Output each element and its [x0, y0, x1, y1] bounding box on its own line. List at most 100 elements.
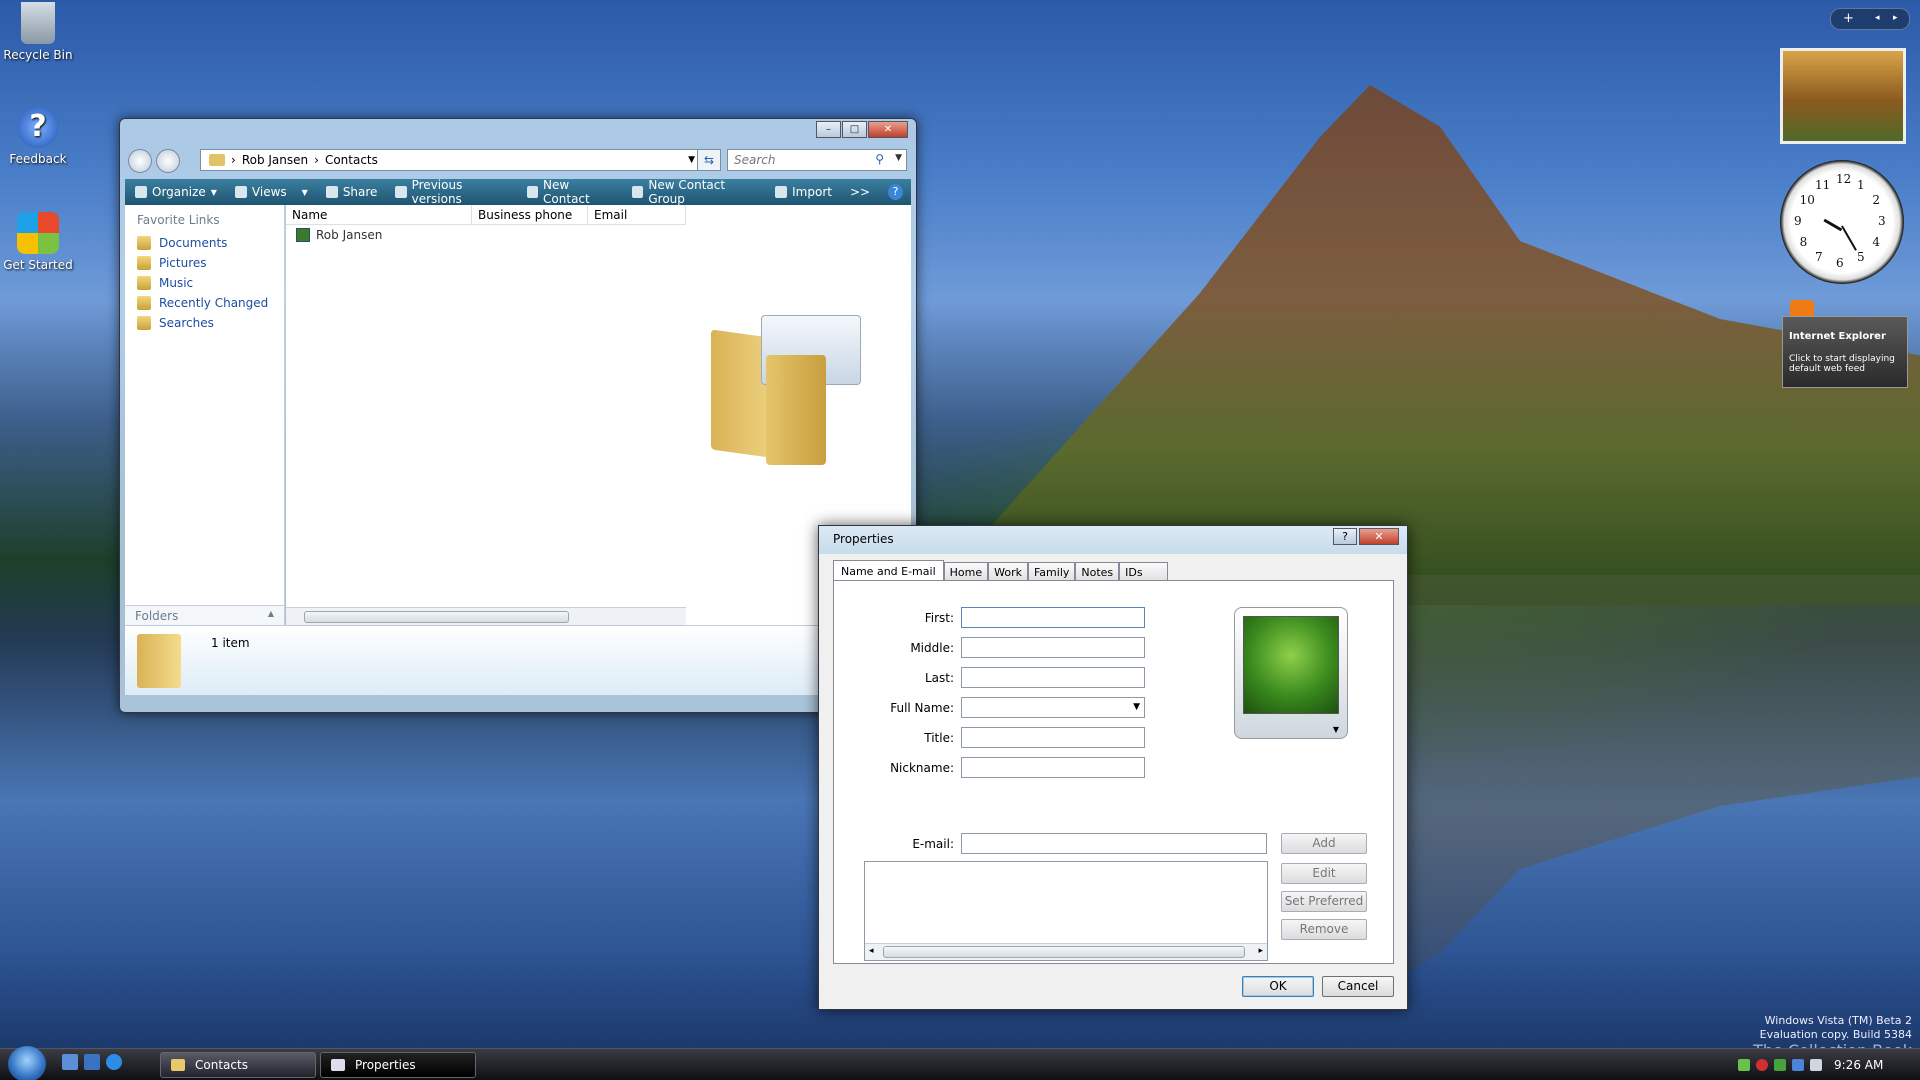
start-button[interactable] [8, 1046, 46, 1080]
new-contact-button[interactable]: New Contact [526, 178, 614, 206]
close-button[interactable]: ✕ [868, 121, 908, 138]
nickname-field[interactable] [961, 757, 1145, 778]
set-preferred-button[interactable]: Set Preferred [1281, 891, 1367, 912]
favorite-link-pictures[interactable]: Pictures [125, 253, 284, 273]
chevron-left-icon[interactable]: ◂ [1875, 13, 1880, 23]
show-desktop-icon[interactable] [62, 1054, 78, 1070]
full-name-select[interactable]: ▼ [961, 697, 1145, 718]
scrollbar-thumb[interactable] [883, 946, 1245, 958]
previous-versions-button[interactable]: Previous versions [395, 178, 508, 206]
details-pane: 1 item [125, 625, 911, 695]
chevron-up-icon: ▲ [267, 609, 274, 618]
volume-icon[interactable] [1810, 1059, 1822, 1071]
search-input[interactable]: Search ⚲ ▼ [727, 149, 907, 171]
dialog-close-button[interactable]: ✕ [1359, 528, 1399, 545]
taskbar-button-properties[interactable]: Properties [320, 1052, 476, 1078]
new-contact-group-label: New Contact Group [648, 178, 726, 206]
more-commands-button[interactable]: >> [850, 185, 870, 199]
forward-button[interactable] [156, 149, 180, 173]
import-label: Import [792, 185, 832, 199]
search-placeholder: Search [734, 153, 776, 167]
column-header-name[interactable]: Name [286, 205, 472, 224]
edit-email-button[interactable]: Edit [1281, 863, 1367, 884]
favorite-link-recently-changed[interactable]: Recently Changed [125, 293, 284, 313]
column-header-email[interactable]: Email [588, 205, 686, 224]
clock-numeral: 4 [1872, 235, 1880, 249]
desktop-icon-feedback[interactable]: ? Feedback [0, 106, 76, 166]
email-list[interactable]: ◂ ▸ [864, 861, 1268, 961]
favorite-link-music[interactable]: Music [125, 273, 284, 293]
clock-numeral: 10 [1799, 193, 1815, 207]
refresh-button[interactable]: ⇆ [697, 149, 721, 171]
clock-time[interactable]: 9:26 AM [1834, 1058, 1883, 1072]
chevron-down-icon[interactable]: ▼ [895, 153, 902, 163]
first-label: First: [924, 611, 954, 625]
folders-toggle[interactable]: Folders ▲ [125, 605, 284, 625]
horizontal-scrollbar[interactable]: ◂ ▸ [865, 943, 1267, 960]
title-field[interactable] [961, 727, 1145, 748]
clock-numeral: 3 [1878, 214, 1886, 228]
table-row[interactable]: Rob Jansen [286, 225, 686, 245]
new-contact-group-button[interactable]: New Contact Group [632, 178, 757, 206]
windows-defender-icon[interactable] [1774, 1059, 1786, 1071]
last-label: Last: [924, 671, 954, 685]
minimize-button[interactable]: – [816, 121, 841, 138]
breadcrumb-contacts[interactable]: Contacts [325, 153, 378, 167]
email-field[interactable] [961, 833, 1267, 854]
first-field[interactable] [961, 607, 1145, 628]
network-icon[interactable] [1738, 1059, 1750, 1071]
taskbar-button-contacts[interactable]: Contacts [160, 1052, 316, 1078]
views-button[interactable]: Views ▼ [234, 185, 308, 199]
favorite-link-label: Documents [159, 236, 228, 250]
chevron-right-icon[interactable]: ▸ [1258, 946, 1263, 956]
favorite-link-label: Music [159, 276, 194, 290]
pictures-icon [137, 256, 151, 270]
search-icon[interactable]: ⚲ [875, 152, 884, 166]
folders-label: Folders [135, 609, 179, 623]
organize-label: Organize [152, 185, 206, 199]
display-icon[interactable] [1792, 1059, 1804, 1071]
security-alert-icon[interactable] [1756, 1059, 1768, 1071]
favorite-link-documents[interactable]: Documents [125, 233, 284, 253]
switch-windows-icon[interactable] [84, 1054, 100, 1070]
address-bar[interactable]: › Rob Jansen › Contacts ▼ [200, 149, 700, 171]
help-button[interactable]: ? [888, 184, 903, 200]
import-button[interactable]: Import [775, 185, 832, 199]
share-button[interactable]: Share [325, 185, 377, 199]
maximize-button[interactable]: □ [842, 121, 867, 138]
slideshow-gadget[interactable] [1780, 48, 1906, 144]
organize-icon [135, 186, 147, 198]
chevron-right-icon[interactable]: ▸ [1893, 13, 1898, 23]
remove-email-button[interactable]: Remove [1281, 919, 1367, 940]
middle-field[interactable] [961, 637, 1145, 658]
contact-picture[interactable]: ▼ [1234, 607, 1348, 739]
back-button[interactable] [128, 149, 152, 173]
previous-versions-icon [395, 186, 407, 198]
documents-icon [137, 236, 151, 250]
properties-icon [331, 1059, 345, 1071]
command-bar: Organize ▼ Views ▼ Share Previous versions… [125, 178, 911, 206]
favorite-link-searches[interactable]: Searches [125, 313, 284, 333]
add-gadget-icon[interactable]: + [1843, 11, 1854, 26]
cancel-button[interactable]: Cancel [1322, 976, 1394, 997]
tab-name-and-email[interactable]: Name and E-mail [833, 560, 944, 582]
column-header-business-phone[interactable]: Business phone [472, 205, 588, 224]
horizontal-scrollbar[interactable] [286, 607, 686, 625]
ok-button[interactable]: OK [1242, 976, 1314, 997]
desktop-icon-get-started[interactable]: Get Started [0, 212, 76, 272]
scrollbar-thumb[interactable] [304, 611, 569, 623]
breadcrumb-rob-jansen[interactable]: Rob Jansen [242, 153, 308, 167]
dialog-title: Properties [833, 532, 894, 546]
favorite-links-heading: Favorite Links [137, 213, 220, 227]
clock-gadget[interactable]: 12 1 2 3 4 5 6 7 8 9 10 11 [1780, 160, 1904, 284]
desktop-icon-recycle-bin[interactable]: Recycle Bin [0, 2, 76, 62]
last-field[interactable] [961, 667, 1145, 688]
dialog-help-button[interactable]: ? [1333, 528, 1357, 545]
internet-explorer-icon[interactable] [106, 1054, 122, 1070]
organize-button[interactable]: Organize ▼ [135, 185, 217, 199]
chevron-left-icon[interactable]: ◂ [869, 946, 874, 956]
add-email-button[interactable]: Add [1281, 833, 1367, 854]
chevron-down-icon: ▼ [1133, 702, 1140, 712]
feed-headlines-gadget[interactable]: Internet Explorer Click to start display… [1782, 300, 1908, 388]
chevron-down-icon[interactable]: ▼ [1333, 725, 1339, 734]
